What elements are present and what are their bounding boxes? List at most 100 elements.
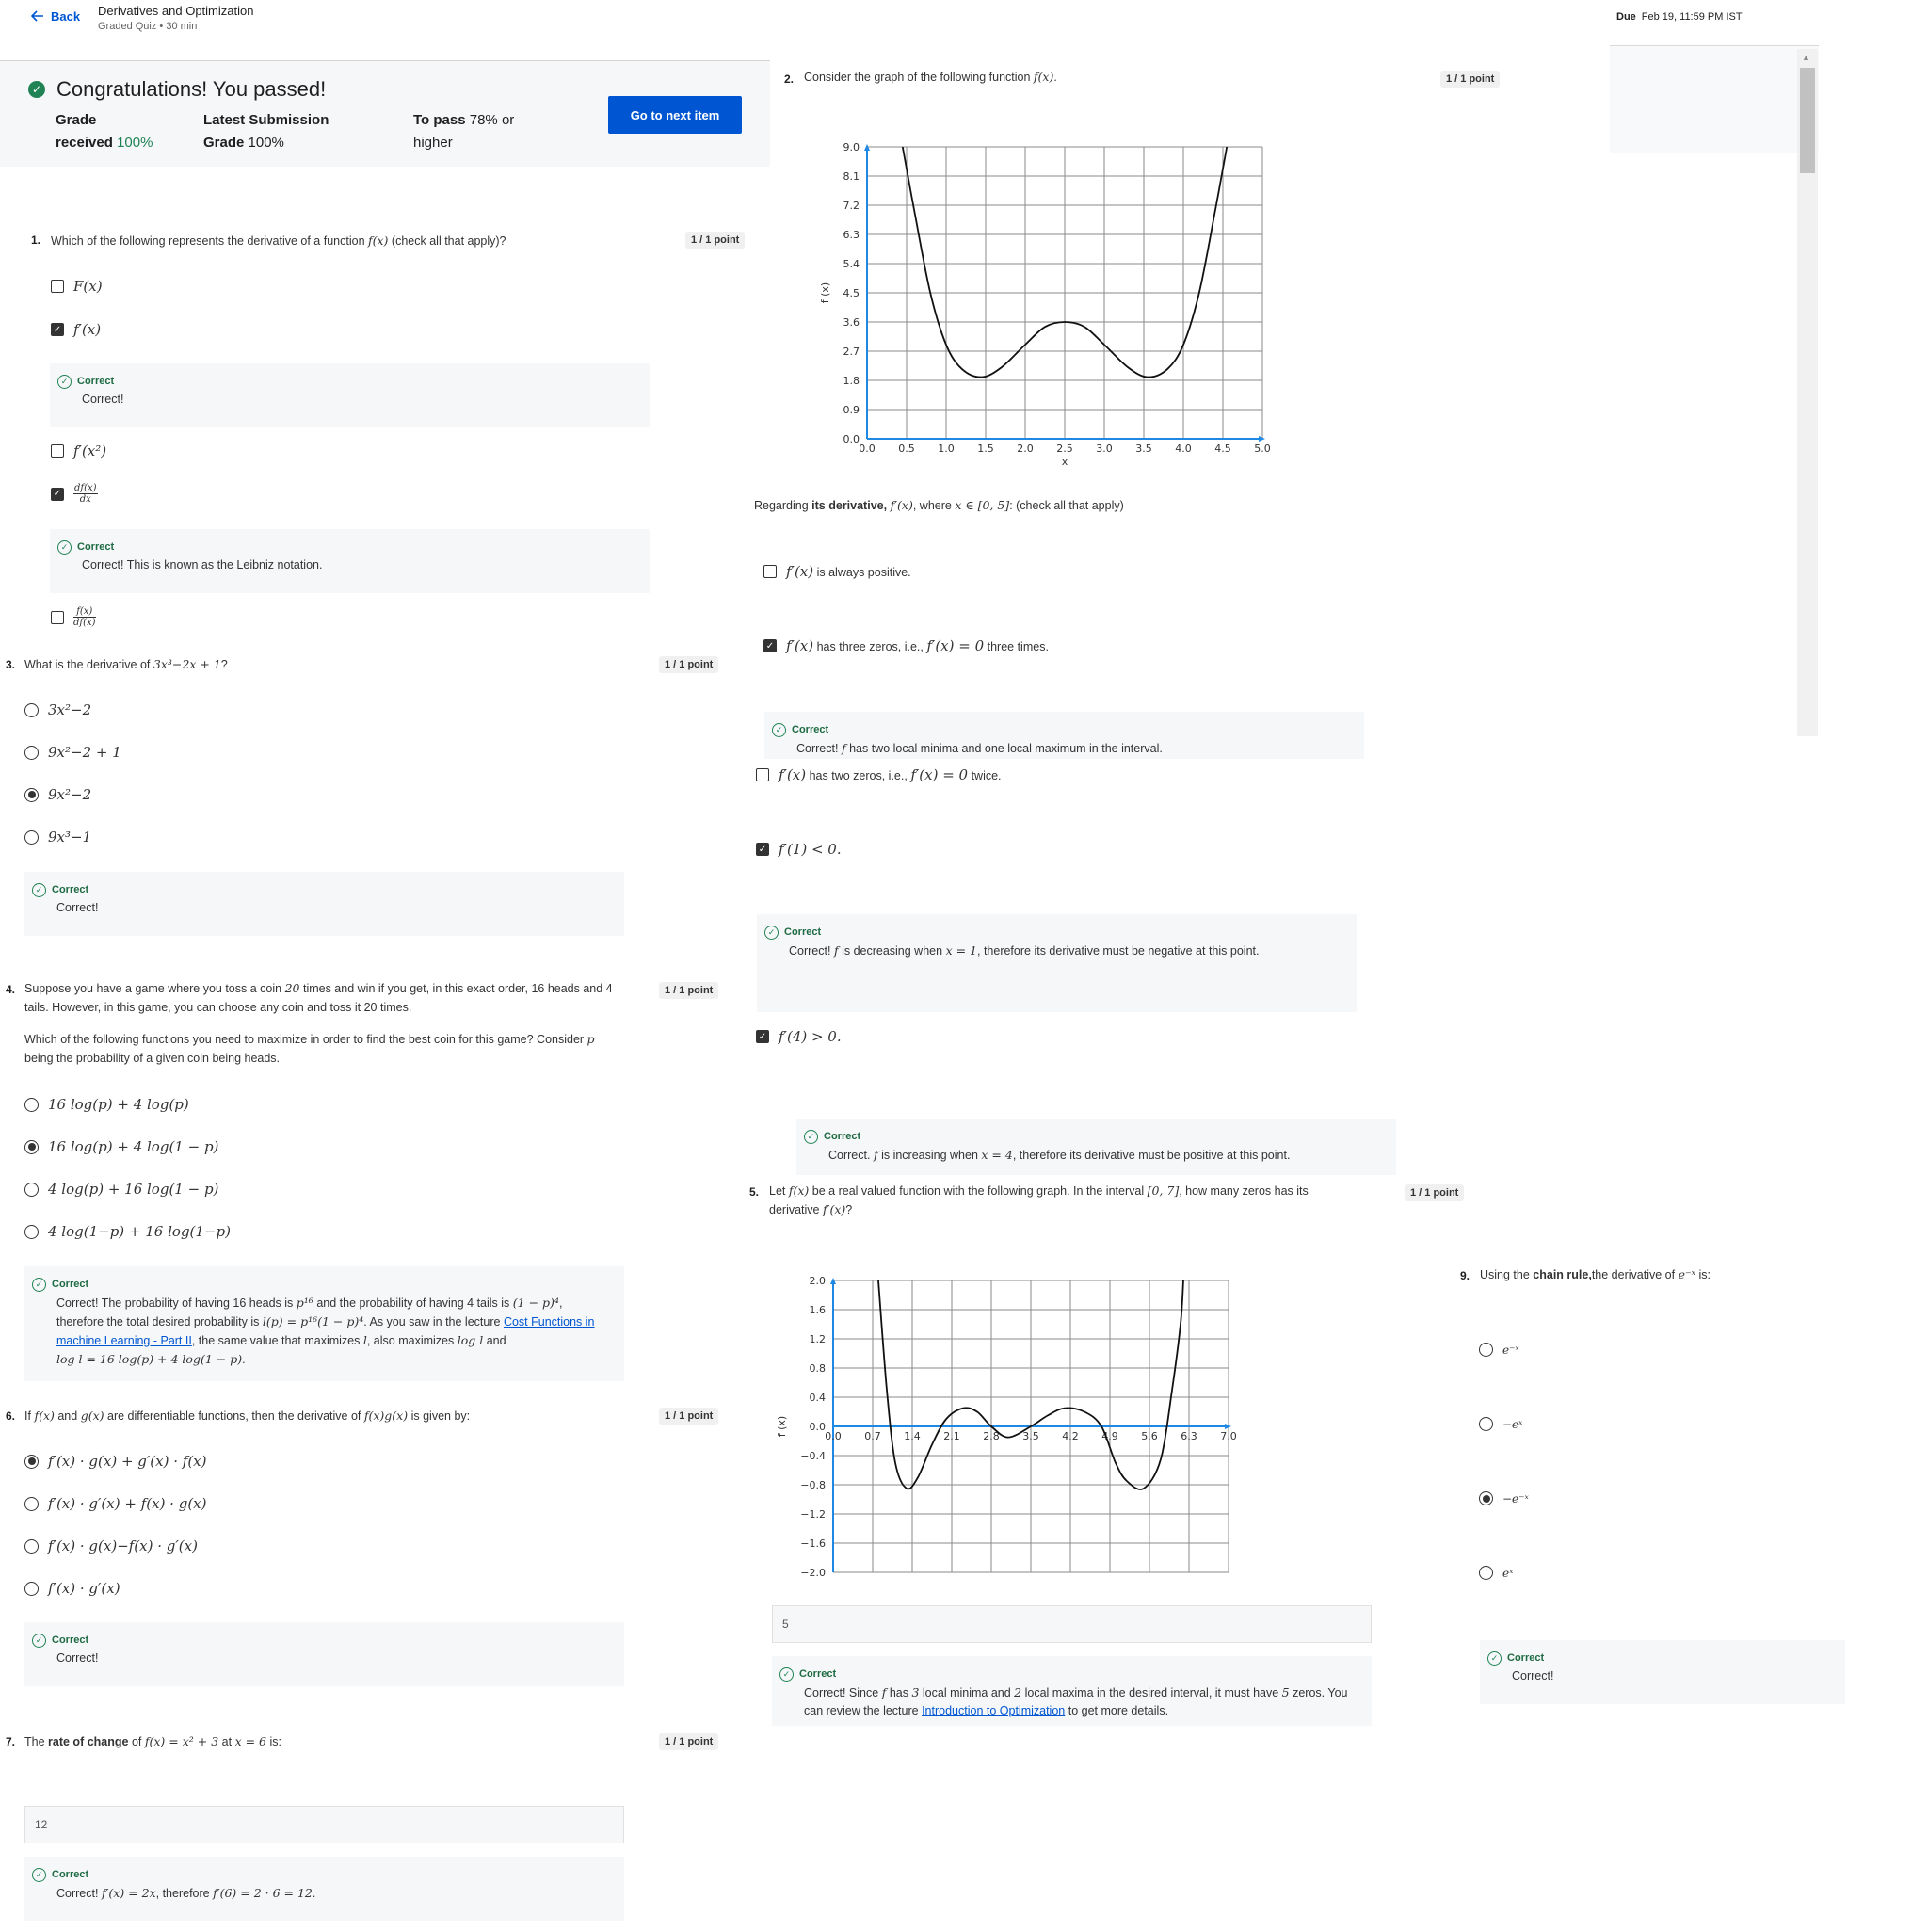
q2-feedback-2: ✓ Correct Correct! f is decreasing when x … <box>757 914 1357 1012</box>
q3-option-3[interactable]: 9x²−2 <box>24 786 91 803</box>
q2-option-1[interactable]: f′(x) is always positive. <box>763 563 911 580</box>
y-tick-label: −0.4 <box>800 1450 826 1462</box>
q6-option-2[interactable]: f′(x) · g′(x) + f(x) · g(x) <box>24 1495 207 1512</box>
check-circle-icon: ✓ <box>804 1130 818 1144</box>
lecture-link-cost-functions-2[interactable]: machine Learning - Part II <box>56 1334 192 1347</box>
q6-points: 1 / 1 point <box>659 1408 719 1425</box>
x-tick-label: 2.5 <box>1056 443 1073 455</box>
checkbox-checked[interactable]: ✓ <box>756 843 769 856</box>
check-circle-icon: ✓ <box>57 540 72 555</box>
checkbox[interactable] <box>51 610 64 624</box>
q9-text: Using the chain rule,the derivative of e… <box>1480 1267 1711 1281</box>
x-tick-label: 0.0 <box>859 443 876 455</box>
y-tick-label: 4.5 <box>844 287 860 299</box>
q6-option-1[interactable]: f′(x) · g(x) + g′(x) · f(x) <box>24 1453 207 1470</box>
q9-feedback: ✓ Correct Correct! <box>1480 1640 1845 1704</box>
x-tick-label: 4.2 <box>1062 1430 1079 1442</box>
q5-function-chart: 0.0 0.7 1.4 2.1 2.8 3.5 4.2 4.9 5.6 6.3 7.02.01.61… <box>776 1275 1237 1579</box>
q3-option-2[interactable]: 9x²−2 + 1 <box>24 744 121 761</box>
q1-option-3[interactable]: f′(x²) <box>51 443 106 459</box>
q1-option-2[interactable]: ✓ f′(x) <box>51 321 101 338</box>
q5-points: 1 / 1 point <box>1405 1184 1465 1201</box>
checkbox[interactable] <box>763 565 777 578</box>
q2-option-2[interactable]: ✓ f′(x) has three zeros, i.e., f′(x) = 0 … <box>763 637 1049 654</box>
checkbox[interactable] <box>756 768 769 781</box>
q9-option-3[interactable]: −e⁻ˣ <box>1479 1491 1529 1505</box>
radio[interactable] <box>24 1097 39 1112</box>
q3-option-1[interactable]: 3x²−2 <box>24 701 91 718</box>
y-tick-label: 2.0 <box>810 1275 827 1287</box>
radio[interactable] <box>24 1182 39 1197</box>
radio[interactable] <box>24 1538 39 1554</box>
back-link[interactable]: Back <box>30 8 80 24</box>
q2-function-chart: 0.0 0.5 1.0 1.5 2.0 2.5 3.0 3.5 4.0 4.5 5.0 0.0 0.9 1… <box>819 141 1271 468</box>
radio[interactable] <box>24 829 39 845</box>
y-tick-label: 1.6 <box>810 1304 827 1316</box>
checkbox-checked[interactable]: ✓ <box>51 323 64 336</box>
lecture-link-optimization[interactable]: Introduction to Optimization <box>922 1704 1065 1717</box>
q4-option-3[interactable]: 4 log(p) + 16 log(1 − p) <box>24 1181 218 1198</box>
scrollbar-thumb[interactable] <box>1800 68 1815 173</box>
q4-option-1[interactable]: 16 log(p) + 4 log(p) <box>24 1096 189 1113</box>
q3-number: 3. <box>6 658 16 671</box>
q9-option-1[interactable]: e⁻ˣ <box>1479 1343 1519 1357</box>
q5-answer-input[interactable]: 5 <box>772 1605 1372 1643</box>
q9-option-4[interactable]: eˣ <box>1479 1566 1513 1580</box>
q2-points: 1 / 1 point <box>1440 71 1501 88</box>
q2-option-3[interactable]: f′(x) has two zeros, i.e., f′(x) = 0 twi… <box>756 766 1002 783</box>
y-tick-label: 9.0 <box>844 141 860 153</box>
q2-regarding: Regarding its derivative, f′(x), where x… <box>754 498 1124 512</box>
radio[interactable] <box>1479 1343 1493 1357</box>
x-tick-label: 5.6 <box>1141 1430 1158 1442</box>
q5-text: Let f(x) be a real valued function with … <box>769 1183 1309 1216</box>
q4-text: Suppose you have a game where you toss a… <box>24 981 613 1014</box>
page-subtitle: Graded Quiz • 30 min <box>98 21 198 32</box>
q2-option-5[interactable]: ✓ f′(4) > 0. <box>756 1028 842 1045</box>
q4-option-2[interactable]: 16 log(p) + 4 log(1 − p) <box>24 1138 218 1155</box>
check-circle-icon: ✓ <box>32 1868 46 1882</box>
radio-selected[interactable] <box>24 1139 39 1154</box>
radio-selected[interactable] <box>1479 1491 1493 1505</box>
radio[interactable] <box>24 745 39 760</box>
q1-option-5[interactable]: f(x) df(x) <box>51 606 96 628</box>
q4-option-4[interactable]: 4 log(1−p) + 16 log(1−p) <box>24 1223 231 1240</box>
check-circle-icon: ✓ <box>57 375 72 389</box>
x-tick-label: 0.5 <box>898 443 915 455</box>
q2-option-4[interactable]: ✓ f′(1) < 0. <box>756 841 842 858</box>
q3-option-4[interactable]: 9x³−1 <box>24 829 91 845</box>
radio[interactable] <box>24 1496 39 1511</box>
radio[interactable] <box>24 1224 39 1239</box>
next-item-button[interactable]: Go to next item <box>608 96 742 134</box>
check-circle-icon: ✓ <box>32 1634 46 1648</box>
q6-text: If f(x) and g(x) are differentiable func… <box>24 1409 471 1423</box>
x-tick-label: 3.5 <box>1022 1430 1039 1442</box>
radio[interactable] <box>1479 1417 1493 1431</box>
checkbox[interactable] <box>51 280 64 293</box>
y-tick-label: 0.0 <box>810 1421 827 1433</box>
q7-points: 1 / 1 point <box>659 1733 719 1750</box>
checkbox-checked[interactable]: ✓ <box>51 487 64 501</box>
q7-number: 7. <box>6 1735 16 1748</box>
x-tick-label: 3.5 <box>1135 443 1152 455</box>
q1-option-1[interactable]: F(x) <box>51 278 103 295</box>
q1-option-4[interactable]: ✓ df(x) dx <box>51 483 98 505</box>
q1-feedback-1: ✓ Correct Correct! <box>50 363 650 427</box>
x-tick-label: 5.0 <box>1254 443 1271 455</box>
checkbox-checked[interactable]: ✓ <box>756 1030 769 1043</box>
checkbox-checked[interactable]: ✓ <box>763 639 777 652</box>
q6-option-3[interactable]: f′(x) · g(x)−f(x) · g′(x) <box>24 1538 198 1554</box>
q7-answer-input[interactable]: 12 <box>24 1806 624 1843</box>
checkbox[interactable] <box>51 444 64 458</box>
check-circle-icon: ✓ <box>1487 1651 1502 1666</box>
q6-option-4[interactable]: f′(x) · g′(x) <box>24 1580 120 1597</box>
scroll-up-icon[interactable]: ▲ <box>1802 53 1810 62</box>
radio[interactable] <box>1479 1566 1493 1580</box>
x-tick-label: 1.5 <box>977 443 994 455</box>
radio[interactable] <box>24 1581 39 1596</box>
radio[interactable] <box>24 702 39 717</box>
q9-option-2[interactable]: −eˣ <box>1479 1417 1522 1431</box>
radio-selected[interactable] <box>24 1454 39 1469</box>
radio-selected[interactable] <box>24 787 39 802</box>
side-panel <box>1610 45 1819 153</box>
lecture-link-cost-functions[interactable]: Cost Functions in <box>504 1315 595 1328</box>
